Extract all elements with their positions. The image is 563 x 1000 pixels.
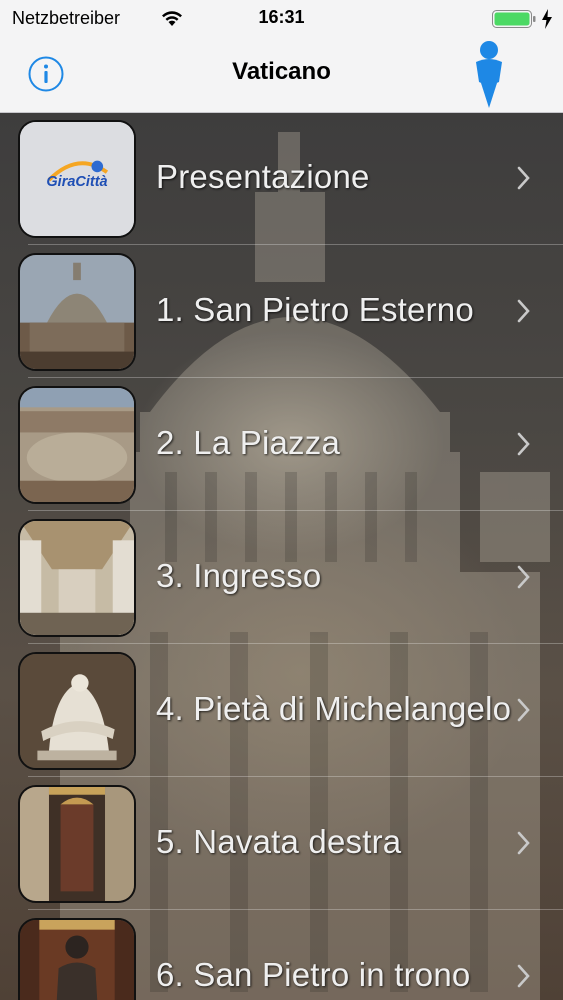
statue-thumbnail (18, 918, 136, 1000)
basilica-dome-thumbnail (18, 253, 136, 371)
piazza-thumbnail (18, 386, 136, 504)
list-item[interactable]: 3. Ingresso (0, 511, 563, 644)
location-pin-icon[interactable] (468, 40, 510, 110)
chevron-right-icon (517, 565, 530, 589)
ingresso-thumbnail (18, 519, 136, 637)
chevron-right-icon (517, 698, 530, 722)
giracitta-logo-thumbnail: GiraCittà (18, 120, 136, 238)
list-item[interactable]: 2. La Piazza (0, 378, 563, 511)
chevron-right-icon (517, 299, 530, 323)
list-item-label: 5. Navata destra (156, 823, 402, 860)
top-chrome: Netzbetreiber 16:31 Vaticano (0, 0, 563, 113)
status-bar: Netzbetreiber 16:31 (0, 0, 563, 38)
list-item-label: 6. San Pietro in trono (156, 956, 471, 993)
navata-thumbnail (18, 785, 136, 903)
chevron-right-icon (517, 964, 530, 988)
navigation-bar: Vaticano (0, 38, 563, 112)
list-item-label: 1. San Pietro Esterno (156, 291, 474, 328)
chevron-right-icon (517, 166, 530, 190)
pieta-thumbnail (18, 652, 136, 770)
list-item[interactable]: GiraCittà Presentazione (0, 112, 563, 245)
list-item[interactable]: 1. San Pietro Esterno (0, 245, 563, 378)
list-item-label: 4. Pietà di Michelangelo (156, 690, 512, 727)
list-item-label: 2. La Piazza (156, 424, 341, 461)
chevron-right-icon (517, 831, 530, 855)
chevron-right-icon (517, 432, 530, 456)
battery-icon (492, 10, 536, 28)
list-item-label: Presentazione (156, 158, 370, 195)
list-item[interactable]: 5. Navata destra (0, 777, 563, 910)
list-item[interactable]: 6. San Pietro in trono (0, 910, 563, 1000)
charging-icon (542, 9, 552, 29)
chapter-list: GiraCittà Presentazione 1. San Pietro Es… (0, 112, 563, 1000)
logo-text: GiraCittà (46, 174, 107, 190)
clock: 16:31 (258, 7, 305, 27)
list-item[interactable]: 4. Pietà di Michelangelo (0, 644, 563, 777)
list-item-label: 3. Ingresso (156, 557, 322, 594)
